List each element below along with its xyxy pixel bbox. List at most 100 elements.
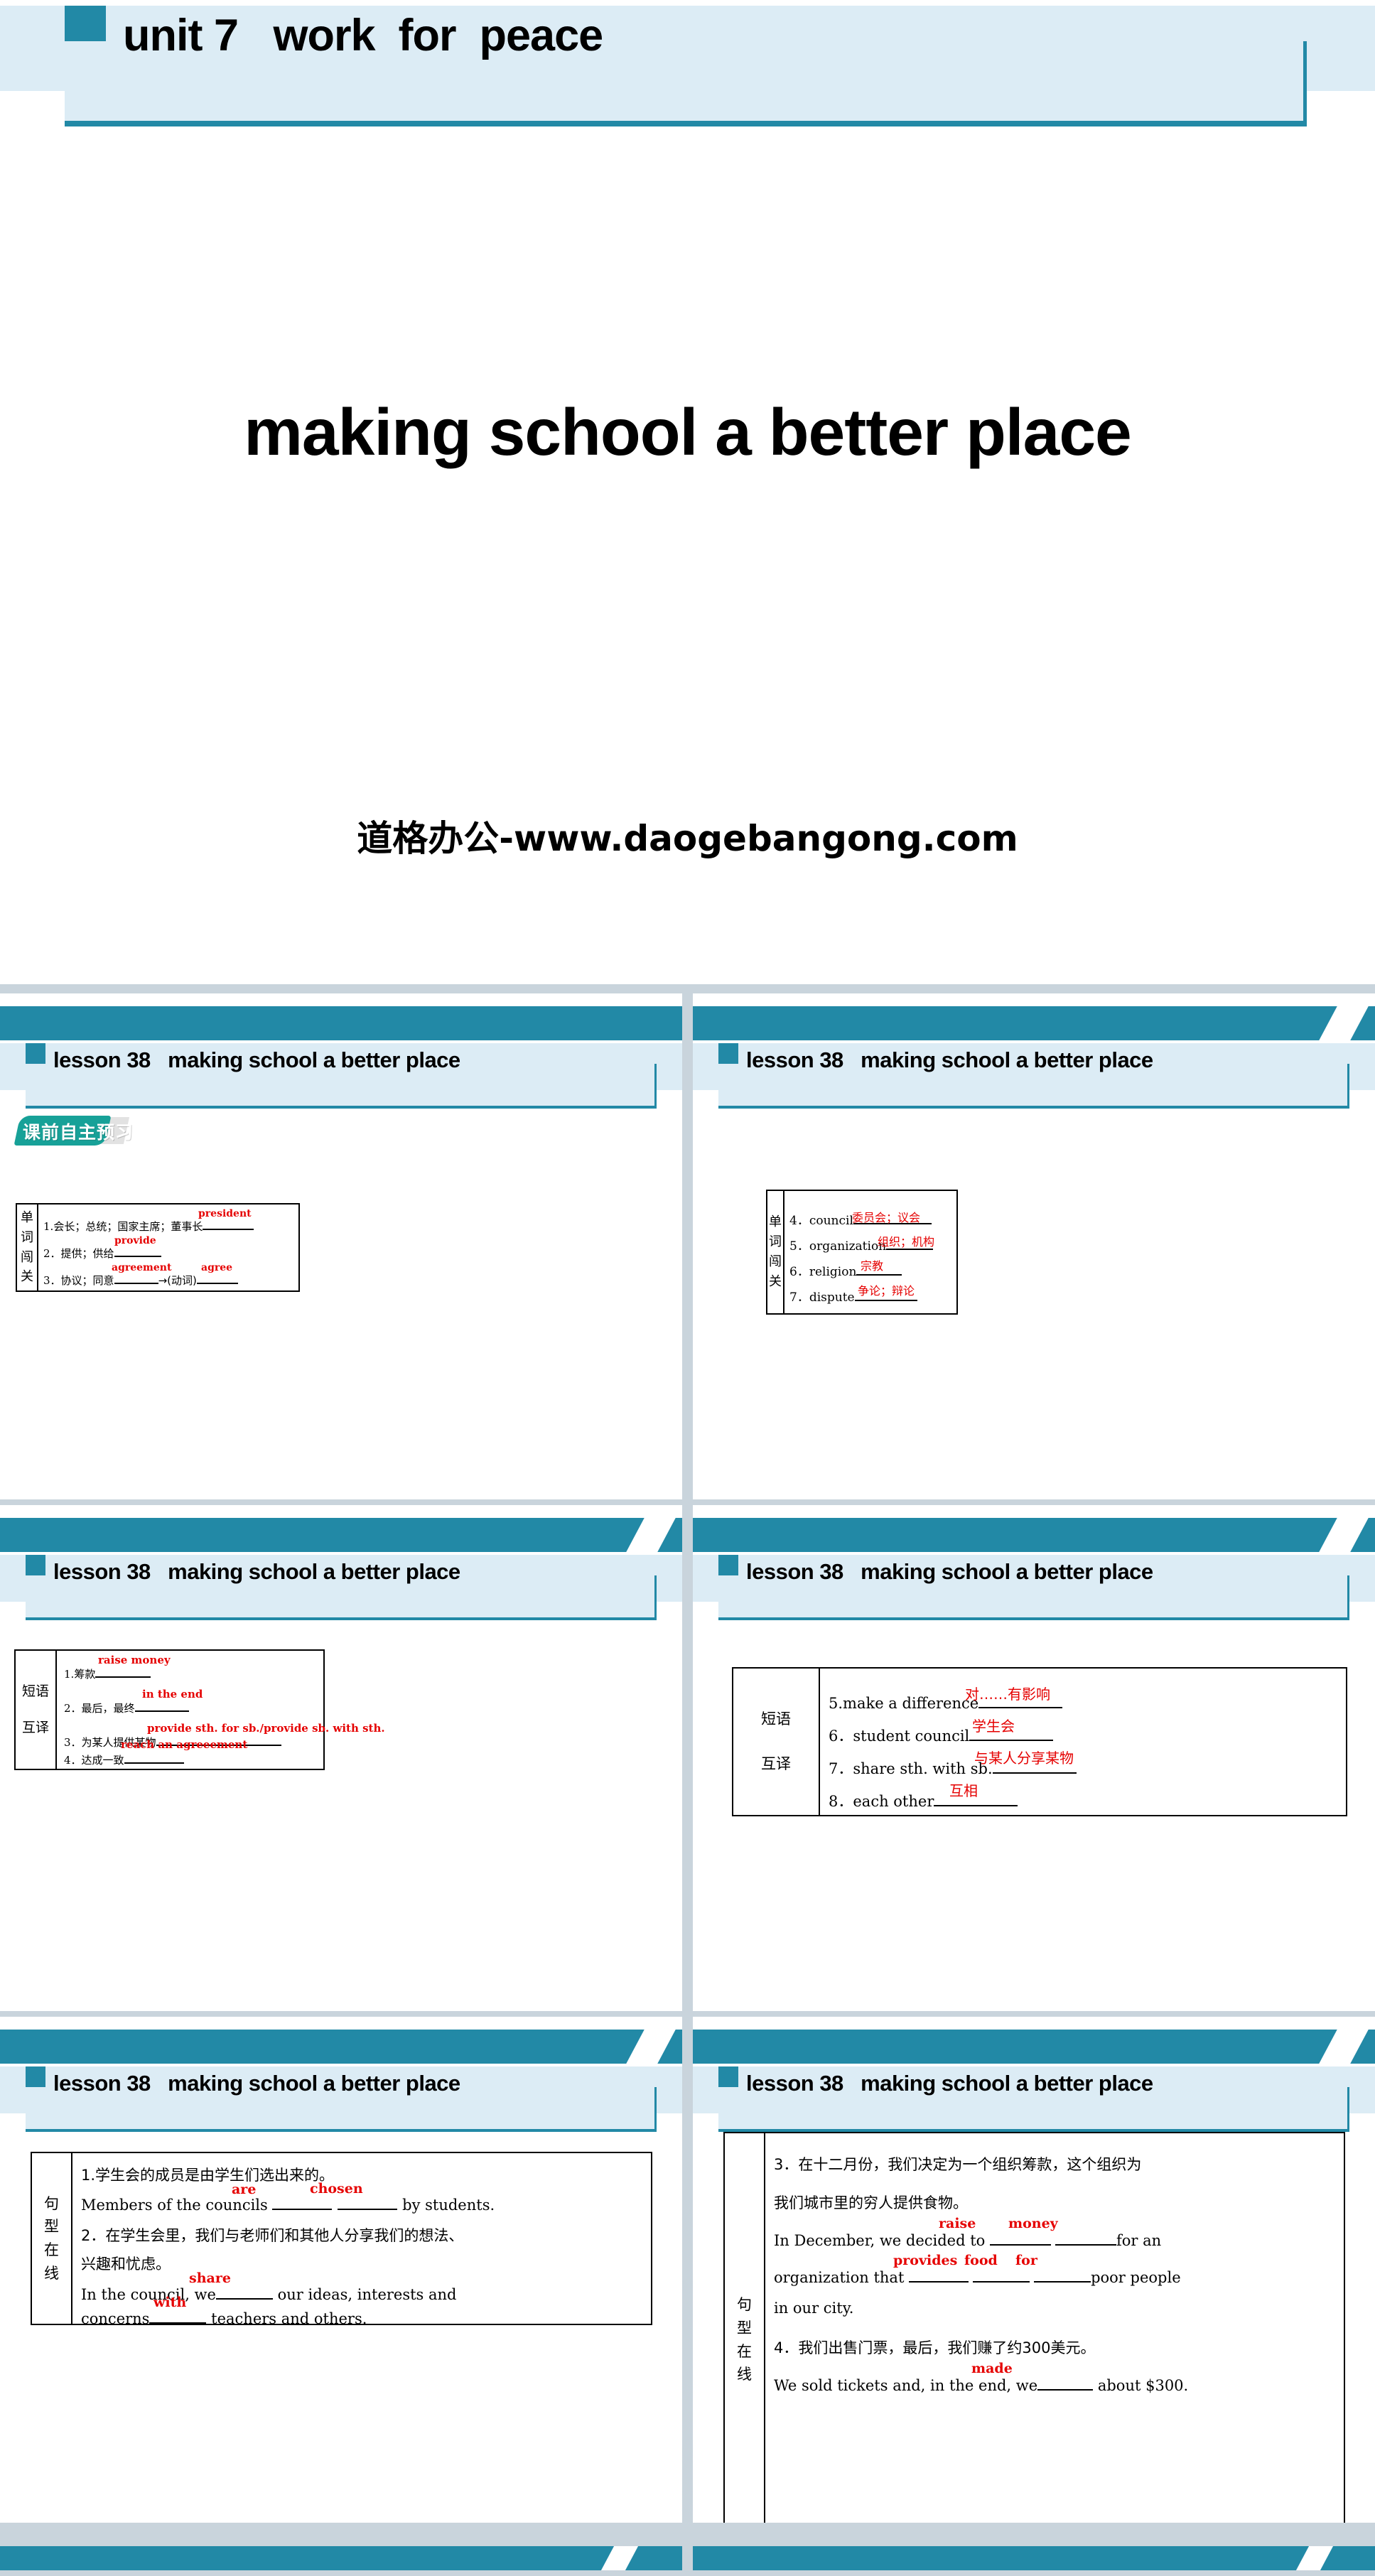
- badge-label: 课前自主预习: [23, 1122, 134, 1143]
- section-badge: 课前自主预习: [13, 1116, 133, 1146]
- answer-text: provide sth. for sb./provide sb. with st…: [147, 1722, 385, 1735]
- table-row: 6．student council 学生会: [829, 1718, 1054, 1746]
- item-number: 7．: [829, 1760, 853, 1778]
- answer-blank[interactable]: [1055, 2229, 1116, 2246]
- slide-topbar: [693, 1006, 1375, 1040]
- table-row-label: 单 词 闯 关: [17, 1205, 38, 1290]
- slide-header-text: lesson 38 making school a better place: [53, 2071, 460, 2096]
- answer-text: agreement: [112, 1262, 172, 1273]
- topbar-slash: [600, 2546, 639, 2570]
- answer-text: food: [964, 2253, 998, 2268]
- row-label-char: 短语: [21, 1683, 49, 1699]
- row-label-char: 词: [21, 1229, 33, 1245]
- sentence-part: for an: [1116, 2232, 1162, 2250]
- item-prompt: 协议；同意: [60, 1273, 114, 1287]
- sentence-part: our ideas, interests and: [272, 2286, 457, 2304]
- phrases-table-2: 短语 互译 5.make a difference 对……有影响 6．stude…: [732, 1667, 1347, 1816]
- sentences-table-1: 句 型 在 线 1.学生会的成员是由学生们选出来的。 Members of th…: [31, 2152, 652, 2328]
- item-prompt: 会长；总统；国家主席；董事长: [53, 1219, 203, 1233]
- sentence-part: teachers and others.: [206, 2310, 367, 2328]
- question-chinese: 我们城市里的穷人提供食物。: [774, 2194, 968, 2211]
- row-label-char: 在: [44, 2241, 59, 2258]
- item-prompt: each other: [853, 1793, 934, 1811]
- answer-text: raise money: [98, 1654, 171, 1666]
- item-number: 1.: [43, 1219, 54, 1233]
- question-chinese: 2．在学生会里，我们与老师们和其他人分享我们的想法、: [81, 2227, 464, 2244]
- answer-text: money: [1008, 2216, 1058, 2231]
- answer-text: 学生会: [972, 1718, 1015, 1735]
- table-row-label: 句 型 在 线: [725, 2133, 765, 2523]
- slide-header-text: lesson 38 making school a better place: [53, 1047, 460, 1072]
- row-label-char: 型: [44, 2218, 59, 2236]
- sentences-table-body: 1.学生会的成员是由学生们选出来的。 Members of the counci…: [72, 2153, 651, 2328]
- row-label-char: 在: [737, 2342, 752, 2360]
- slide-phrases-1: lesson 38 making school a better place 短…: [0, 1505, 682, 2011]
- answer-text: are: [232, 2182, 257, 2197]
- lesson-main-title: making school a better place: [244, 395, 1132, 469]
- answer-text: share: [189, 2270, 231, 2286]
- item-number: 5.: [829, 1695, 843, 1713]
- words-table-body: 4．council 委员会；议会 5．organization 组织；机构 6．…: [784, 1191, 956, 1313]
- column-gap: [682, 2017, 693, 2546]
- table-row: 6．religion 宗教: [789, 1259, 902, 1279]
- answer-blank[interactable]: [95, 1665, 151, 1678]
- row-label-char: 短语: [761, 1710, 791, 1728]
- question-english: We sold tickets and, in the end, we abou…: [774, 2361, 1188, 2394]
- topbar-slash: [626, 1518, 676, 1552]
- item-prompt: 筹款: [74, 1667, 96, 1681]
- phrases-table-body: 5.make a difference 对……有影响 6．student cou…: [820, 1669, 1346, 1815]
- item-prompt: 最后，最终: [81, 1701, 135, 1715]
- table-row: 5.make a difference 对……有影响: [829, 1686, 1063, 1713]
- answer-blank[interactable]: [1037, 2373, 1094, 2391]
- column-gap: [682, 993, 693, 1499]
- row-label-char: 闯: [769, 1254, 782, 1269]
- topbar-slash: [1295, 2546, 1334, 2570]
- answer-text: 委员会；议会: [852, 1211, 921, 1224]
- answer-blank[interactable]: [1034, 2265, 1091, 2283]
- item-number: 5．: [789, 1239, 809, 1254]
- item-prompt: council: [809, 1214, 853, 1228]
- answer-text: reach an agreeement: [121, 1738, 248, 1751]
- slide-topbar: [0, 2030, 682, 2064]
- watermark-text: 道格办公-www.daogebangong.com: [357, 818, 1018, 859]
- answer-blank[interactable]: [124, 1751, 184, 1764]
- item-number: 1.: [64, 1667, 75, 1681]
- slide-topbar: [693, 1518, 1375, 1552]
- sentence-part: by students.: [397, 2197, 495, 2214]
- item-number: 4．: [789, 1214, 809, 1228]
- table-row: 5．organization 组织；机构: [789, 1235, 934, 1254]
- unit-header-text: unit 7 work for peace: [123, 11, 603, 60]
- sentence-part: Members of the councils: [81, 2197, 273, 2214]
- words-table-2: 单 词 闯 关 4．council 委员会；议会 5．organization …: [766, 1190, 958, 1315]
- table-row: 3．协议；同意 →(动词) agreement agree: [43, 1262, 238, 1288]
- table-row: 7．dispute 争论；辩论: [789, 1284, 917, 1305]
- answer-text: 宗教: [861, 1259, 884, 1273]
- column-gap: [682, 2546, 693, 2570]
- table-row: 7．share sth. with sb. 与某人分享某物: [829, 1750, 1077, 1779]
- row-gap: [0, 984, 1375, 993]
- table-row: 8．each other 互相: [829, 1782, 1018, 1811]
- question-english: Members of the councils by students. are…: [81, 2181, 495, 2214]
- row-gap: [0, 2011, 1375, 2017]
- answer-text: for: [1015, 2253, 1037, 2268]
- table-row: 1.筹款 raise money: [64, 1654, 171, 1681]
- item-number: 8．: [829, 1793, 853, 1811]
- answer-text: raise: [939, 2216, 976, 2231]
- table-row: 4．达成一致 reach an agreeement: [64, 1738, 247, 1767]
- words-table-1: 单 词 闯 关 1.会长；总统；国家主席；董事长 president 2．提供；…: [16, 1203, 300, 1292]
- slide-sentences-2: lesson 38 making school a better place 句…: [693, 2017, 1375, 2523]
- row-label-char: 关: [769, 1273, 782, 1289]
- table-row-label: 单 词 闯 关: [767, 1191, 784, 1313]
- next-slide-topbar: [0, 2546, 1375, 2570]
- answer-blank[interactable]: [134, 1699, 189, 1712]
- row-gap: [0, 1499, 1375, 1505]
- answer-text: 对……有影响: [965, 1686, 1050, 1703]
- row-label-char: 单: [21, 1209, 33, 1225]
- sentence-part: organization that: [774, 2269, 910, 2287]
- topbar-slash: [1319, 1518, 1369, 1552]
- slide-topbar: [0, 1518, 682, 1552]
- item-prompt: student council: [853, 1728, 970, 1745]
- table-row: 2．最后，最终 in the end: [64, 1688, 203, 1715]
- slide-topbar: [0, 1006, 682, 1040]
- answer-text: 争论；辩论: [858, 1284, 915, 1298]
